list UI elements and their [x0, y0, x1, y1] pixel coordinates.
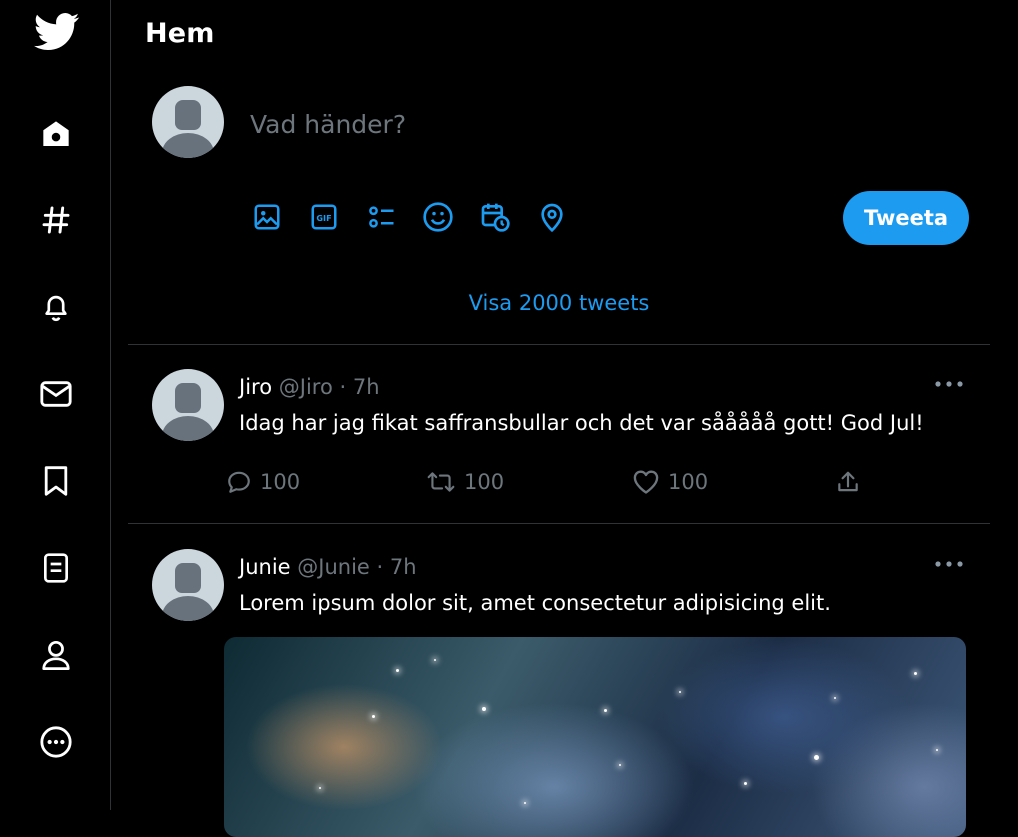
person-icon — [41, 638, 71, 672]
show-new-tweets-link[interactable]: Visa 2000 tweets — [128, 291, 990, 315]
nav-home[interactable] — [30, 108, 82, 160]
tweet-text: Lorem ipsum dolor sit, amet consectetur … — [239, 591, 831, 615]
tweet-item[interactable]: Jiro @Jiro · 7h Idag har jag fikat saffr… — [128, 345, 990, 523]
tweet-author-handle[interactable]: @Junie — [297, 555, 370, 579]
tweet-header: Jiro @Jiro · 7h — [239, 375, 380, 399]
retweet-count: 100 — [464, 470, 505, 494]
retweet-button[interactable]: 100 — [426, 469, 504, 495]
tweet-timestamp[interactable]: 7h — [390, 555, 417, 579]
gif-icon: GIF — [309, 202, 339, 232]
composer-toolbar: GIF — [250, 200, 568, 233]
compose-tweet-input[interactable]: Vad händer? — [250, 110, 406, 139]
like-count: 100 — [668, 470, 709, 494]
like-button[interactable]: 100 — [632, 469, 708, 495]
location-pin-icon — [538, 201, 566, 233]
retweet-icon — [426, 469, 456, 495]
envelope-icon — [39, 379, 73, 409]
nav-bookmarks[interactable] — [30, 455, 82, 507]
nav-lists[interactable] — [30, 542, 82, 594]
reply-count: 100 — [260, 470, 301, 494]
bookmark-icon — [42, 464, 70, 498]
schedule-icon — [479, 201, 511, 233]
tweet-image-nebula[interactable] — [224, 637, 966, 837]
tweet-author-name[interactable]: Jiro — [239, 375, 272, 399]
nav-profile[interactable] — [30, 629, 82, 681]
location-button[interactable] — [535, 200, 568, 233]
gif-button[interactable]: GIF — [307, 200, 340, 233]
emoji-button[interactable] — [421, 200, 454, 233]
nav-messages[interactable] — [30, 368, 82, 420]
home-icon — [39, 118, 73, 150]
page-title: Hem — [145, 18, 215, 49]
tweet-text: Idag har jag fikat saffransbullar och de… — [239, 411, 924, 435]
tweet-header: Junie @Junie · 7h — [239, 555, 417, 579]
nav-notifications[interactable] — [30, 281, 82, 333]
schedule-button[interactable] — [478, 200, 511, 233]
share-icon — [835, 469, 861, 495]
more-options-icon[interactable] — [934, 379, 964, 389]
poll-icon — [365, 202, 397, 232]
tweet-button[interactable]: Tweeta — [843, 191, 969, 245]
tweet-avatar[interactable] — [152, 549, 224, 621]
nav-more[interactable] — [30, 716, 82, 768]
bell-icon — [40, 290, 72, 324]
composer-avatar[interactable] — [152, 86, 224, 158]
emoji-icon — [422, 201, 454, 233]
more-circle-icon — [39, 725, 73, 759]
list-document-icon — [42, 552, 70, 584]
tweet-author-name[interactable]: Junie — [239, 555, 291, 579]
tweet-timestamp[interactable]: 7h — [353, 375, 380, 399]
nav-explore[interactable] — [30, 194, 82, 246]
hashtag-icon — [40, 204, 72, 236]
share-button[interactable] — [835, 469, 861, 495]
sidebar-nav — [0, 0, 111, 810]
tweet-item[interactable]: Junie @Junie · 7h Lorem ipsum dolor sit,… — [128, 525, 990, 837]
image-icon — [252, 202, 282, 232]
poll-button[interactable] — [364, 200, 397, 233]
svg-text:GIF: GIF — [316, 212, 331, 222]
tweet-avatar[interactable] — [152, 369, 224, 441]
separator-dot: · — [376, 555, 384, 579]
tweet-actions: 100 100 100 — [226, 469, 866, 499]
reply-button[interactable]: 100 — [226, 469, 300, 495]
media-button[interactable] — [250, 200, 283, 233]
feed-divider — [128, 523, 990, 524]
tweet-author-handle[interactable]: @Jiro — [279, 375, 333, 399]
twitter-logo-icon[interactable] — [34, 12, 80, 52]
more-options-icon[interactable] — [934, 559, 964, 569]
reply-icon — [226, 469, 252, 495]
heart-icon — [632, 469, 660, 495]
separator-dot: · — [339, 375, 347, 399]
